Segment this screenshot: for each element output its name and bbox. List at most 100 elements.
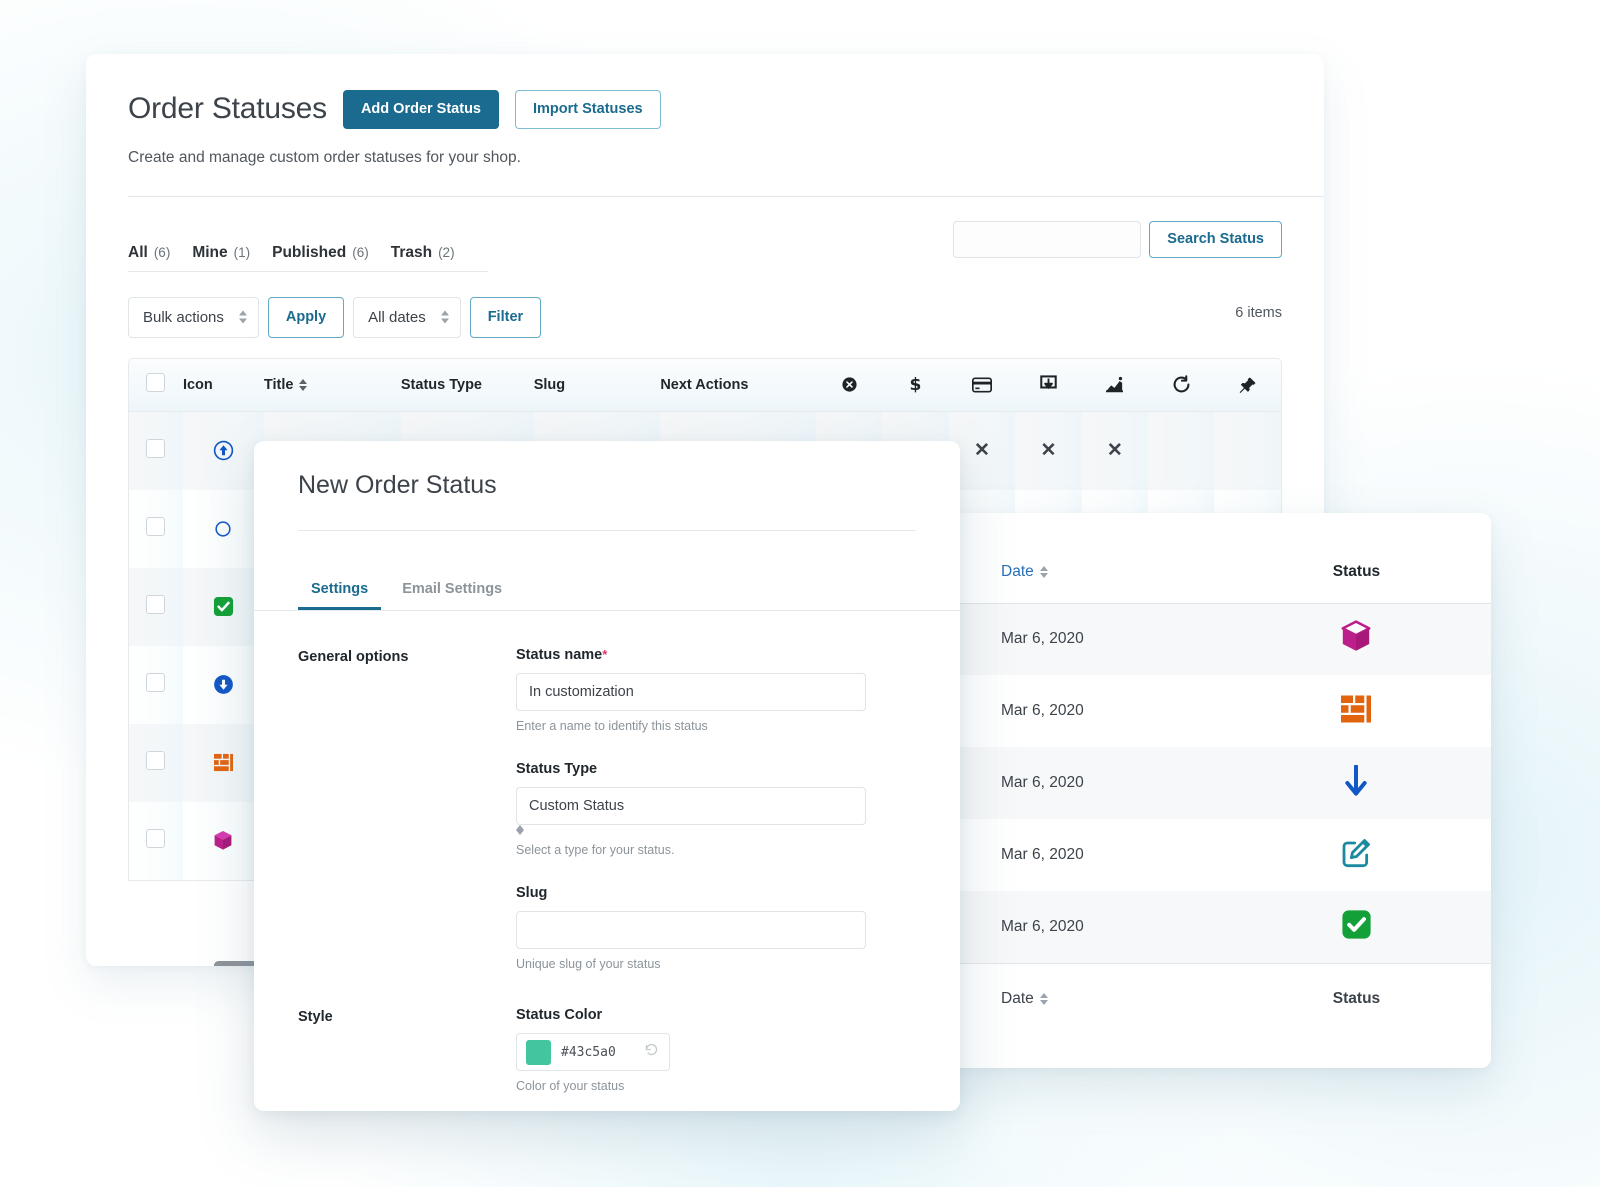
green-check-box-icon (1341, 910, 1372, 944)
orders-row[interactable]: Mar 6, 2020 (925, 675, 1491, 747)
view-link-mine[interactable]: Mine (1) (192, 244, 250, 262)
orders-column-status: Status (1221, 541, 1491, 604)
orders-column-date[interactable]: Date (925, 541, 1222, 604)
orders-row[interactable]: Mar 6, 2020 (925, 891, 1491, 963)
color-hex-value: #43c5a0 (561, 1044, 616, 1060)
row-checkbox[interactable] (146, 751, 166, 770)
sort-arrows-icon (299, 378, 308, 391)
view-link-all[interactable]: All (6) (128, 244, 170, 262)
row-checkbox[interactable] (146, 829, 166, 848)
search-input[interactable] (953, 220, 1142, 258)
circle-arrow-up-icon (183, 440, 264, 461)
chevron-updown-icon (516, 825, 866, 835)
row-mark-pin[interactable] (1214, 411, 1281, 490)
modal-title: New Order Status (298, 471, 497, 499)
row-checkbox-cell (129, 645, 183, 724)
reset-icon[interactable] (644, 1042, 659, 1062)
orders-row[interactable]: Mar 6, 2020 (925, 819, 1491, 891)
order-date: Mar 6, 2020 (925, 675, 1222, 747)
status-type-help: Select a type for your status. (516, 843, 675, 857)
view-count: (6) (153, 244, 171, 260)
table-header-row: Icon Title Status Type Slug Next Actions (129, 358, 1281, 412)
chevron-updown-icon (440, 310, 449, 324)
color-swatch[interactable] (526, 1039, 551, 1065)
status-color-picker[interactable]: #43c5a0 (516, 1033, 670, 1071)
status-name-label-text: Status name (516, 647, 603, 663)
view-label: Published (272, 243, 347, 261)
orders-row[interactable]: Mar 6, 2020 (925, 603, 1491, 675)
orange-warehouse-icon (183, 753, 264, 772)
row-icon-cell (182, 567, 264, 646)
slug-label: Slug (516, 885, 548, 901)
order-status-cell (1221, 891, 1491, 963)
cancel-circle-icon (816, 376, 882, 393)
add-order-status-button[interactable]: Add Order Status (342, 90, 499, 129)
credit-card-icon (949, 377, 1015, 393)
row-checkbox-cell (129, 801, 183, 880)
orders-row[interactable]: Mar 6, 2020 (925, 747, 1491, 819)
refresh-icon (1148, 375, 1214, 394)
x-icon: ✕ (1040, 440, 1057, 462)
row-mark-chart[interactable]: ✕ (1081, 411, 1149, 490)
status-color-label: Status Color (516, 1007, 603, 1023)
tab-settings[interactable]: Settings (298, 573, 381, 610)
orange-warehouse-icon (1341, 695, 1372, 728)
column-header-slug: Slug (533, 358, 661, 412)
row-mark-download[interactable]: ✕ (1015, 411, 1082, 490)
row-checkbox[interactable] (146, 673, 166, 692)
order-date: Mar 6, 2020 (925, 819, 1222, 891)
style-legend: Style (298, 1009, 333, 1025)
page-subtitle: Create and manage custom order statuses … (128, 148, 521, 166)
order-status-cell (1221, 819, 1491, 891)
view-link-trash[interactable]: Trash (2) (391, 244, 455, 262)
page-header: Order Statuses Add Order Status Import S… (86, 54, 1324, 197)
row-checkbox-cell (129, 567, 183, 646)
column-header-title-label: Title (263, 376, 294, 393)
status-color-help: Color of your status (516, 1079, 625, 1093)
chevron-updown-icon (238, 310, 247, 324)
magenta-box-icon (1340, 620, 1372, 657)
select-all-checkbox[interactable] (146, 373, 166, 393)
status-type-label: Status Type (516, 761, 598, 777)
search-status-button[interactable]: Search Status (1149, 220, 1282, 258)
general-options-legend: General options (298, 649, 409, 665)
required-asterisk: * (602, 647, 608, 662)
orders-column-date-label: Date (1001, 562, 1034, 580)
import-statuses-button[interactable]: Import Statuses (515, 90, 661, 129)
table-nav: Bulk actions Apply All dates Filter 6 it… (128, 272, 1282, 338)
sort-arrows-icon (1039, 565, 1048, 578)
svg-text:$: $ (910, 375, 922, 394)
chart-icon (1082, 376, 1148, 393)
column-header-cancel-circle (815, 358, 883, 412)
modal-body: General options Status name* Enter a nam… (254, 611, 960, 1093)
status-type-select[interactable]: Custom Status (516, 787, 866, 825)
order-status-cell (1221, 747, 1491, 819)
column-header-pin (1214, 358, 1281, 412)
column-header-download (1015, 358, 1082, 412)
general-options-section: General options Status name* Enter a nam… (298, 611, 916, 971)
slug-help: Unique slug of your status (516, 957, 661, 971)
slug-input[interactable] (516, 911, 866, 949)
status-type-value: Custom Status (529, 798, 625, 814)
row-checkbox-cell (129, 489, 183, 568)
column-header-title[interactable]: Title (263, 358, 401, 412)
row-checkbox[interactable] (146, 595, 166, 614)
orders-footer-date[interactable]: Date (925, 962, 1222, 1035)
filter-button[interactable]: Filter (469, 296, 542, 338)
apply-button[interactable]: Apply (267, 296, 345, 338)
column-header-dollar: $ (882, 358, 949, 412)
row-icon-cell (182, 411, 264, 490)
bulk-actions-select[interactable]: Bulk actions (128, 296, 259, 338)
modal-tabs: Settings Email Settings (254, 573, 960, 611)
row-checkbox[interactable] (146, 517, 166, 536)
row-mark-refresh[interactable] (1148, 411, 1215, 490)
row-icon-cell (182, 645, 264, 724)
row-checkbox-cell (129, 411, 183, 490)
status-name-input[interactable] (516, 673, 866, 711)
status-name-help: Enter a name to identify this status (516, 719, 708, 733)
sort-arrows-icon (1039, 993, 1048, 1006)
row-checkbox[interactable] (146, 439, 166, 459)
view-link-published[interactable]: Published (6) (272, 244, 369, 262)
date-filter-select[interactable]: All dates (353, 296, 461, 338)
tab-email-settings[interactable]: Email Settings (389, 573, 515, 610)
